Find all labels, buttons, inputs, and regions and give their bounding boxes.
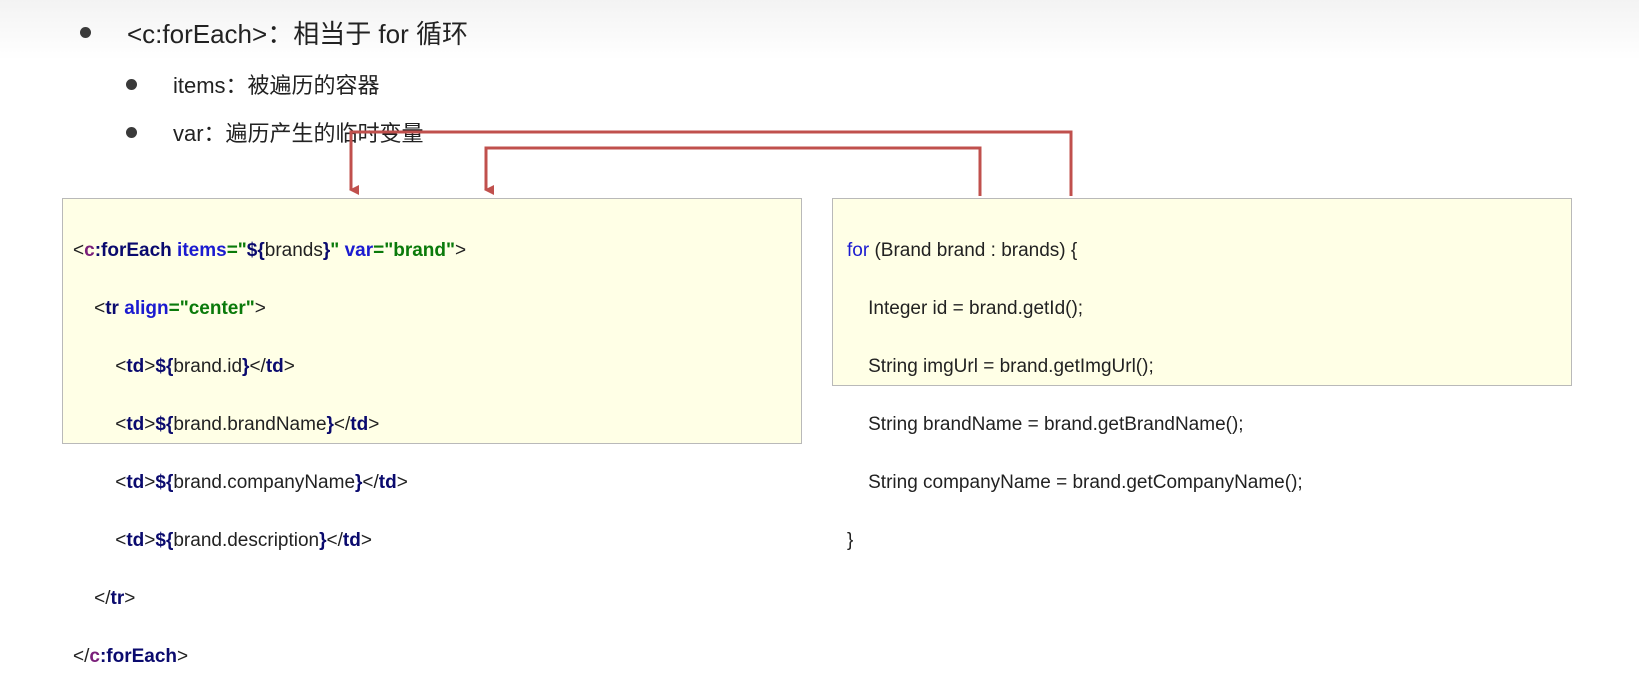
jsp-line-2: <tr align="center">: [94, 298, 266, 319]
java-line-3: String imgUrl = brand.getImgUrl();: [868, 356, 1154, 377]
java-line-5: String companyName = brand.getCompanyNam…: [868, 472, 1303, 493]
jsp-line-8: </c:forEach>: [73, 646, 189, 667]
bullet-dot-icon: [126, 78, 137, 90]
jsp-line-5: <td>${brand.companyName}</td>: [115, 472, 408, 493]
bullet-foreach-text: <c:forEach>：相当于 for 循环: [127, 19, 468, 49]
bullet-dot-icon: [80, 27, 91, 38]
bullet-var: var：遍历产生的临时变量: [126, 116, 424, 148]
java-line-6: }: [847, 530, 854, 551]
bullet-var-text: var：遍历产生的临时变量: [173, 121, 424, 146]
java-code-box: for (Brand brand : brands) { Integer id …: [832, 198, 1572, 551]
java-line-1: for (Brand brand : brands) {: [847, 240, 1078, 261]
bullet-items-text: items：被遍历的容器: [173, 73, 380, 98]
arrow-brands-to-items: [349, 130, 1073, 196]
java-line-2: Integer id = brand.getId();: [868, 298, 1084, 319]
jsp-line-6: <td>${brand.description}</td>: [115, 530, 372, 551]
arrow-brand-to-var: [484, 146, 982, 196]
jsp-line-7: </tr>: [94, 588, 136, 609]
java-line-4: String brandName = brand.getBrandName();: [868, 414, 1244, 435]
jsp-code-box: <c:forEach items="${brands}" var="brand"…: [62, 198, 802, 667]
bullet-items: items：被遍历的容器: [126, 68, 380, 100]
jsp-line-4: <td>${brand.brandName}</td>: [115, 414, 380, 435]
bullet-foreach: <c:forEach>：相当于 for 循环: [80, 14, 468, 51]
bullet-dot-icon: [126, 126, 137, 138]
jsp-line-3: <td>${brand.id}</td>: [115, 356, 295, 377]
jsp-line-1: <c:forEach items="${brands}" var="brand"…: [73, 240, 467, 261]
